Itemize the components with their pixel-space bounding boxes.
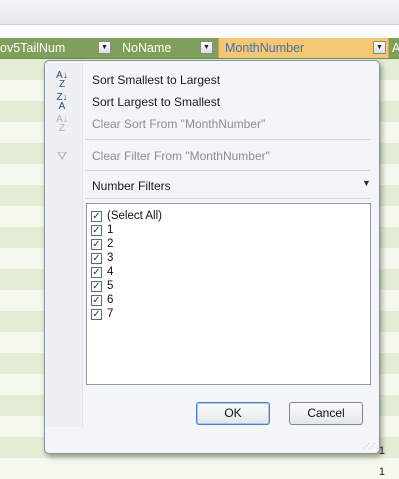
clear-sort-item[interactable]: A↓ Z Clear Sort From "MonthNumber" bbox=[47, 113, 375, 135]
header-tailnum-dropdown-icon[interactable]: ▼ bbox=[98, 41, 111, 54]
cell-value: 1 bbox=[378, 466, 385, 478]
header-noname[interactable]: NoName bbox=[118, 38, 202, 58]
checkbox-label: 4 bbox=[107, 266, 114, 278]
checkbox-label: 1 bbox=[107, 224, 114, 236]
ok-button[interactable]: OK bbox=[196, 402, 270, 425]
clear-filter-icon: ⛛ bbox=[56, 149, 68, 163]
number-filters-label: Number Filters bbox=[92, 179, 171, 193]
sort-descending-item[interactable]: Z↓ A Sort Largest to Smallest bbox=[47, 91, 375, 113]
blank-strip bbox=[0, 25, 399, 38]
clear-sort-label: Clear Sort From "MonthNumber" bbox=[92, 117, 266, 131]
header-tailnum[interactable]: ov5TailNum bbox=[0, 38, 95, 58]
menu-separator bbox=[85, 198, 370, 199]
sort-ascending-item[interactable]: A↓ Z Sort Smallest to Largest bbox=[47, 69, 375, 91]
sort-descending-icon: Z↓ A bbox=[56, 92, 68, 112]
checkbox-label: 2 bbox=[107, 238, 114, 250]
clear-filter-item[interactable]: ⛛ Clear Filter From "MonthNumber" bbox=[47, 145, 375, 167]
header-monthnumber-dropdown-icon[interactable]: ▼ bbox=[373, 41, 386, 54]
menu-separator bbox=[85, 139, 370, 140]
clear-filter-label: Clear Filter From "MonthNumber" bbox=[92, 149, 270, 163]
sort-ascending-icon: A↓ Z bbox=[56, 70, 68, 90]
header-next-column[interactable]: A bbox=[391, 38, 399, 58]
header-noname-dropdown-icon[interactable]: ▼ bbox=[200, 41, 213, 54]
submenu-arrow-icon: ▼ bbox=[362, 178, 371, 188]
checkbox-label: 6 bbox=[107, 294, 114, 306]
checkbox[interactable]: ✓ bbox=[91, 225, 102, 236]
checkbox[interactable]: ✓ bbox=[91, 267, 102, 278]
menu-separator bbox=[85, 170, 370, 171]
clear-sort-icon: A↓ Z bbox=[56, 114, 68, 134]
filter-values-list[interactable]: ✓ (Select All) ✓ 1 ✓ 2 ✓ 3 ✓ 4 ✓ 5 ✓ 6 ✓ 7 bbox=[86, 203, 371, 385]
checkbox-label: (Select All) bbox=[107, 210, 162, 222]
checkbox[interactable]: ✓ bbox=[91, 295, 102, 306]
sort-descending-label: Sort Largest to Smallest bbox=[92, 95, 221, 109]
autofilter-dropdown: A↓ Z Sort Smallest to Largest Z↓ A Sort La… bbox=[44, 60, 380, 454]
checkbox[interactable]: ✓ bbox=[91, 211, 102, 222]
checkbox-label: 7 bbox=[107, 308, 114, 320]
table-header-row: ov5TailNum ▼ NoName ▼ MonthNumber ▼ A bbox=[0, 38, 399, 59]
checkbox-label: 3 bbox=[107, 252, 114, 264]
checkbox[interactable]: ✓ bbox=[91, 309, 102, 320]
checkbox[interactable]: ✓ bbox=[91, 253, 102, 264]
ribbon-bar bbox=[0, 0, 399, 25]
header-monthnumber[interactable]: MonthNumber bbox=[218, 38, 389, 58]
cancel-button[interactable]: Cancel bbox=[289, 402, 363, 425]
table-row[interactable]: 1 bbox=[0, 458, 399, 479]
resize-grip-icon[interactable]: ⋰⋰ bbox=[363, 442, 376, 450]
checkbox-label: 5 bbox=[107, 280, 114, 292]
checkbox[interactable]: ✓ bbox=[91, 281, 102, 292]
checkbox[interactable]: ✓ bbox=[91, 239, 102, 250]
sort-ascending-label: Sort Smallest to Largest bbox=[92, 73, 221, 87]
